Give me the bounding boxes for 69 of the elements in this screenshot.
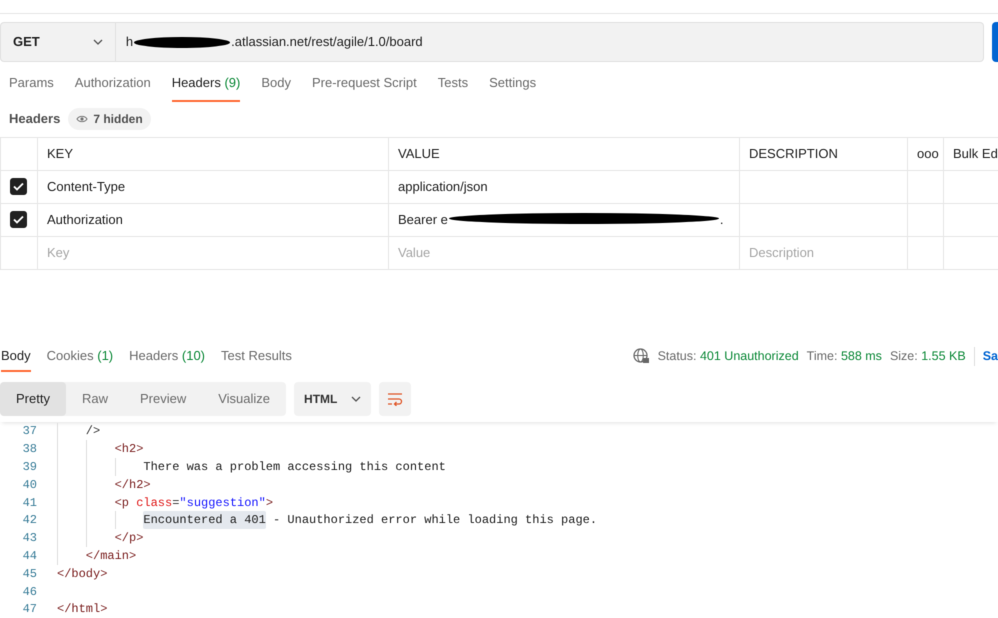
- view-mode-tab[interactable]: Pretty: [0, 382, 66, 416]
- check-icon: [13, 215, 24, 224]
- status-text: Status: 401 Unauthorized: [658, 348, 799, 366]
- headers-label: Headers: [9, 110, 60, 128]
- chevron-down-icon: [92, 39, 103, 45]
- request-tab[interactable]: Authorization: [74, 72, 151, 102]
- code-text: </h2>: [114, 476, 151, 494]
- code-text: </main>: [86, 548, 136, 565]
- request-tab[interactable]: Pre-request Script: [312, 72, 417, 102]
- view-mode-tab[interactable]: Visualize: [202, 382, 286, 416]
- wrap-lines-button[interactable]: [379, 382, 412, 416]
- line-number: 45: [22, 566, 38, 583]
- check-icon: [13, 182, 24, 192]
- url-field[interactable]: h .atlassian.net/rest/agile/1.0/board: [116, 22, 984, 62]
- line-number: 39: [22, 459, 38, 476]
- checkbox[interactable]: [10, 178, 27, 196]
- time-text: Time: 588 ms: [806, 348, 882, 366]
- line-number: 43: [22, 530, 38, 548]
- save-response-link[interactable]: Sa: [974, 347, 998, 366]
- line-number: 42: [22, 512, 38, 530]
- code-text: >: [266, 494, 274, 512]
- code-text: - Unauthorized error while loading this page.: [272, 512, 598, 530]
- line-number: 38: [22, 441, 38, 458]
- column-header: VALUE: [398, 146, 440, 162]
- line-number: 40: [22, 476, 38, 494]
- view-mode-tab[interactable]: Raw: [66, 382, 124, 416]
- column-header: DESCRIPTION: [749, 146, 838, 162]
- request-tab[interactable]: Headers (9): [172, 72, 240, 102]
- globe-lock-icon[interactable]: [632, 348, 650, 366]
- eye-icon: [76, 115, 88, 123]
- header-value: application/json: [398, 179, 488, 194]
- request-tab[interactable]: Params: [9, 72, 54, 102]
- request-tab[interactable]: Tests: [438, 72, 468, 102]
- code-text: </p>: [114, 530, 144, 548]
- checkbox[interactable]: [10, 211, 27, 228]
- code-text: <p: [114, 494, 130, 512]
- response-tab[interactable]: Cookies (1): [46, 346, 114, 372]
- code-text: "suggestion": [179, 494, 266, 512]
- code-text: </body>: [57, 566, 108, 583]
- line-number: 44: [22, 548, 38, 565]
- code-text: class: [136, 494, 172, 512]
- send-button[interactable]: [992, 22, 998, 62]
- code-text: Encountered a 401: [143, 511, 266, 530]
- hidden-headers-toggle[interactable]: 7 hidden: [68, 108, 151, 130]
- line-number: 47: [22, 601, 38, 618]
- code-text: =: [172, 494, 180, 512]
- code-text: <h2>: [114, 441, 144, 458]
- header-key: Content-Type: [47, 179, 126, 194]
- code-text: />: [86, 423, 100, 440]
- line-number: 37: [22, 423, 38, 440]
- wrap-lines-icon: [387, 392, 404, 406]
- method-dropdown[interactable]: GET: [0, 22, 116, 62]
- request-tab[interactable]: Body: [261, 72, 291, 102]
- header-value: Bearer e: [398, 212, 448, 228]
- header-value: .: [720, 212, 724, 228]
- header-key: Authorization: [47, 212, 123, 228]
- view-mode-tab[interactable]: Preview: [124, 382, 202, 416]
- request-tab[interactable]: Settings: [489, 72, 536, 102]
- line-number: 41: [22, 494, 38, 512]
- line-number: 46: [22, 584, 38, 601]
- format-dropdown[interactable]: HTML: [294, 382, 372, 416]
- chevron-down-icon: [351, 396, 362, 402]
- column-header: KEY: [47, 146, 74, 162]
- code-text: There was a problem accessing this content: [143, 459, 446, 476]
- response-tab[interactable]: Test Results: [221, 346, 292, 372]
- response-tab[interactable]: Headers (10): [129, 346, 206, 372]
- response-tab[interactable]: Body: [1, 346, 31, 372]
- size-text: Size: 1.55 KB: [890, 348, 966, 366]
- code-text: </html>: [57, 601, 108, 618]
